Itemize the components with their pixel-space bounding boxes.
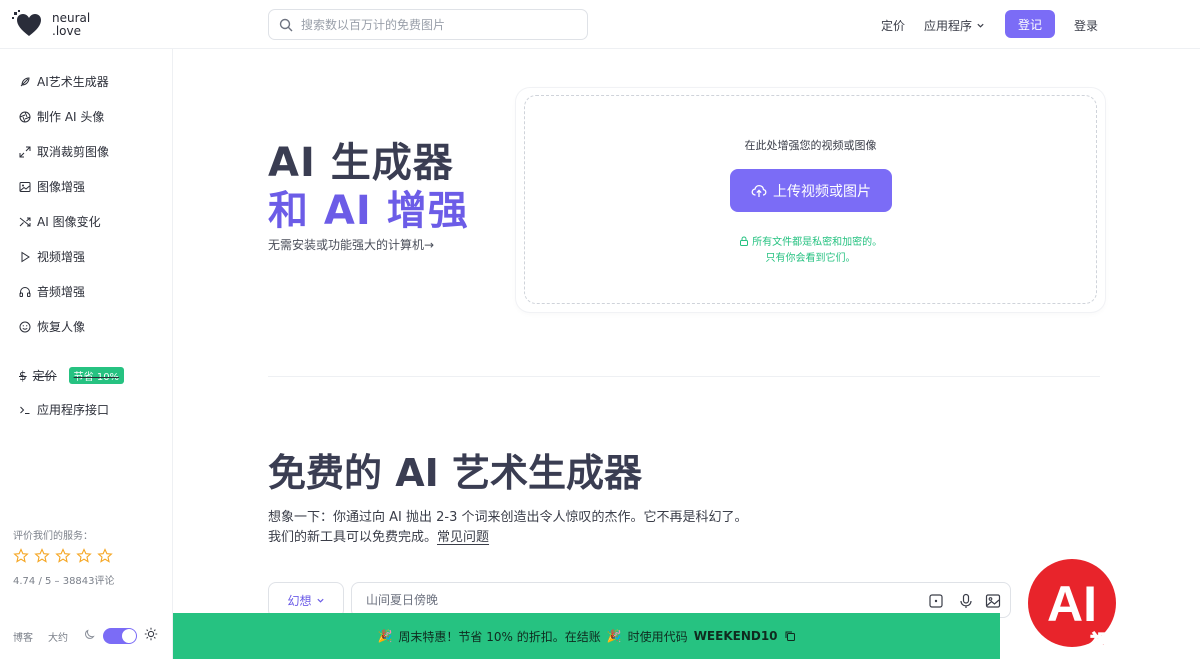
star-icon[interactable] (34, 548, 50, 564)
footer-blog-link[interactable]: 博客 (13, 629, 33, 644)
microphone-icon[interactable] (958, 593, 974, 609)
search-icon (279, 18, 293, 31)
theme-toggle[interactable] (103, 628, 137, 644)
sidebar-item-label: 图像增强 (37, 180, 86, 194)
rating-label: 评价我们的服务： (13, 531, 93, 542)
shuffle-icon (19, 217, 31, 226)
headphones-icon (19, 286, 31, 297)
top-header: neural .love 定价 应用程序 登记 登录 (0, 0, 1200, 49)
privacy-note-line2: 只有你会看到它们。 (765, 253, 856, 264)
nav-apps-dropdown[interactable]: 应用程序 (924, 17, 985, 34)
sidebar-item-audio-enhance[interactable]: 音频增强 (19, 283, 85, 300)
watermark-logo: AI 视频贴吧 (1028, 559, 1171, 655)
footer-about-link[interactable]: 大约 (48, 629, 68, 644)
sun-icon (144, 627, 158, 641)
search-input[interactable] (301, 17, 571, 32)
expand-icon (19, 146, 31, 157)
sidebar-item-label: 应用程序接口 (37, 403, 110, 417)
section-description-text: 我们的新工具可以免费完成。 (268, 530, 438, 545)
promo-text-2: 时使用代码 (627, 629, 688, 644)
prompt-input[interactable] (366, 593, 906, 607)
faq-link[interactable]: 常见问题 (437, 530, 489, 545)
star-icon[interactable] (76, 548, 92, 564)
dollar-icon: $ (19, 368, 27, 383)
watermark-big-text: AI (1047, 576, 1097, 632)
sidebar-item-label: AI艺术生成器 (37, 75, 109, 89)
sidebar-item-label: 恢复人像 (37, 320, 86, 334)
brand-logo[interactable]: neural .love (12, 10, 90, 40)
play-icon (21, 251, 30, 262)
section-divider (268, 376, 1100, 377)
promo-code: WEEKEND10 (693, 629, 778, 643)
privacy-text-1: 所有文件都是私密和加密的。 (752, 237, 883, 248)
discount-badge: 节省 10% (68, 367, 125, 384)
sidebar-item-label: 定价 (32, 369, 57, 383)
chevron-down-icon (316, 598, 324, 603)
sidebar: AI艺术生成器 制作 AI 头像 取消裁剪图像 图像增强 AI 图像变化 视频增… (0, 49, 173, 659)
chevron-down-icon (977, 23, 984, 28)
promo-text-1: 周末特惠！节省 10% 的折扣。在结账 (398, 629, 601, 644)
sidebar-item-label: 制作 AI 头像 (37, 110, 105, 124)
promo-banner[interactable]: 🎉 周末特惠！节省 10% 的折扣。在结账 🎉 时使用代码 WEEKEND10 (173, 613, 1000, 659)
sidebar-item-image-variation[interactable]: AI 图像变化 (19, 213, 101, 230)
upload-button-label: 上传视频或图片 (773, 182, 871, 199)
nav-pricing-link[interactable]: 定价 (881, 17, 905, 34)
sidebar-item-video-enhance[interactable]: 视频增强 (19, 248, 85, 265)
terminal-icon (20, 406, 30, 414)
sidebar-item-ai-avatar[interactable]: 制作 AI 头像 (19, 108, 104, 125)
upload-button[interactable]: 上传视频或图片 (730, 169, 892, 212)
login-link[interactable]: 登录 (1074, 17, 1098, 34)
smile-icon (19, 321, 31, 332)
cloud-upload-icon (751, 184, 767, 197)
star-icon[interactable] (13, 548, 29, 564)
image-upload-icon[interactable] (985, 593, 1001, 609)
hero-title-line2: 和 AI 增强 (268, 188, 469, 234)
section-description-line1: 想象一下：你通过向 AI 抛出 2-3 个词来创造出令人惊叹的杰作。它不再是科幻… (268, 510, 748, 525)
hero-subtitle-link[interactable]: 无需安装或功能强大的计算机→ (268, 236, 434, 253)
sidebar-item-ai-art-generator[interactable]: AI艺术生成器 (19, 73, 109, 90)
image-icon (19, 181, 31, 192)
star-icon[interactable] (55, 548, 71, 564)
lock-icon (739, 236, 748, 246)
sidebar-item-image-enhance[interactable]: 图像增强 (19, 178, 85, 195)
section-description-line2: 我们的新工具可以免费完成。常见问题 (268, 526, 489, 545)
sidebar-item-label: AI 图像变化 (37, 215, 101, 229)
style-dropdown-value: 幻想 (287, 593, 312, 608)
watermark-small-text: 视频贴吧 (1090, 630, 1170, 654)
brand-name-line2: .love (52, 24, 81, 38)
signup-button[interactable]: 登记 (1005, 10, 1055, 38)
sidebar-item-api[interactable]: 应用程序接口 (19, 401, 109, 418)
aperture-icon (19, 111, 31, 122)
feather-icon (20, 76, 30, 86)
sidebar-item-label: 取消裁剪图像 (37, 145, 110, 159)
section-title: 免费的 AI 艺术生成器 (268, 451, 643, 495)
upload-hint: 在此处增强您的视频或图像 (744, 139, 877, 152)
rating-score: 4.74 / 5 – 38843评论 (13, 576, 115, 587)
sidebar-item-pricing[interactable]: $ 定价 节省 10% (19, 367, 125, 384)
dice-icon[interactable] (928, 593, 944, 609)
moon-icon (85, 629, 95, 639)
sidebar-item-label: 视频增强 (37, 250, 86, 264)
heart-logo-icon (12, 10, 41, 36)
party-popper-icon: 🎉 (377, 629, 393, 643)
nav-apps-label: 应用程序 (924, 19, 973, 33)
sidebar-item-uncrop[interactable]: 取消裁剪图像 (19, 143, 109, 160)
sidebar-item-label: 音频增强 (37, 285, 86, 299)
sidebar-item-restore-portrait[interactable]: 恢复人像 (19, 318, 85, 335)
party-popper-icon: 🎉 (606, 629, 622, 643)
copy-icon[interactable] (784, 630, 796, 642)
search-bar[interactable] (268, 9, 588, 40)
privacy-note-line1: 所有文件都是私密和加密的。 (516, 233, 1105, 248)
rating-stars[interactable] (13, 548, 113, 564)
star-icon[interactable] (97, 548, 113, 564)
